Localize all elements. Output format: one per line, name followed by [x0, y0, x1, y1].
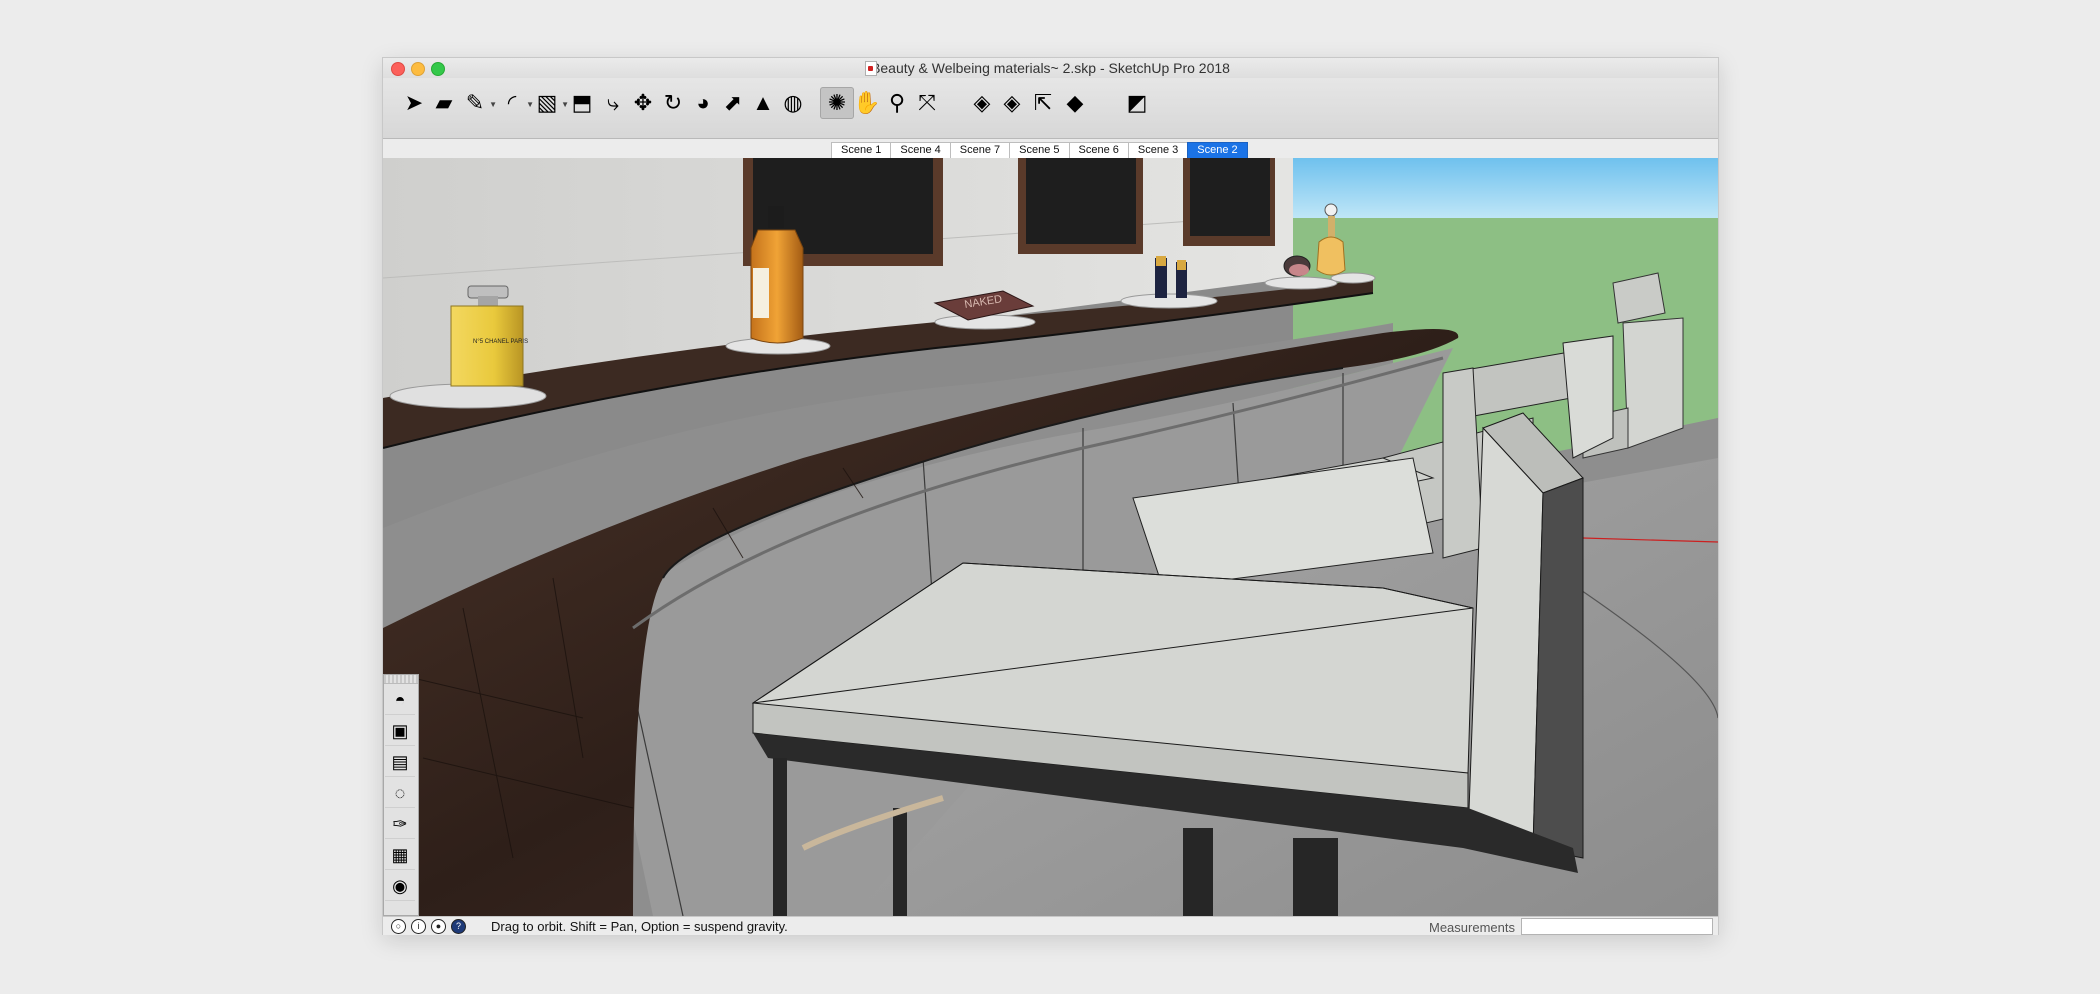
offset-icon: ⤷: [606, 90, 620, 115]
rectangle-tool[interactable]: ▧ ▼: [530, 87, 569, 119]
eraser-tool[interactable]: ▰: [427, 87, 461, 119]
layout-icon: ◩: [1126, 90, 1148, 115]
status-bar: ○ i ● ? Drag to orbit. Shift = Pan, Opti…: [383, 916, 1718, 935]
move-icon: ✥: [633, 90, 653, 115]
styles-sphere-icon: ◓: [394, 689, 406, 710]
scenes-panel-button[interactable]: ▦: [385, 841, 415, 870]
measurements-label: Measurements: [1429, 920, 1515, 935]
wall-frame-middle: [1018, 158, 1143, 254]
components-panel-button[interactable]: ◌: [385, 779, 415, 808]
move-tool[interactable]: ✥: [626, 87, 660, 119]
hand-icon: ✋: [853, 90, 881, 115]
user-icon[interactable]: ●: [431, 919, 446, 934]
materials-icon: ▤: [391, 751, 409, 772]
ruby-gem-icon: ◆: [1066, 90, 1084, 115]
tape-measure-tool[interactable]: ▲: [746, 87, 780, 119]
share-model-button[interactable]: ⇱: [1026, 87, 1060, 119]
main-toolbar: ➤ ▰ ✎ ▼ ◜ ▼ ▧ ▼ ⬒ ⤷ ✥ ↻ ◕ ⬈ ▲ ◍ ✺ ✋ ⚲ ⤧ ◈ ◈ ⇱ ◆ ◩: [383, 78, 1718, 139]
arc-icon: ◜: [507, 90, 517, 115]
extension-warehouse-button[interactable]: ◈: [995, 87, 1029, 119]
sketchup-window: Beauty & Welbeing materials~ 2.skp - Ske…: [383, 58, 1718, 935]
paint-bucket-icon: ◍: [783, 90, 803, 115]
line-tool[interactable]: ✎ ▼: [458, 87, 497, 119]
tab-scene-6[interactable]: Scene 6: [1068, 142, 1128, 159]
shadows-panel-button[interactable]: ▣: [385, 717, 415, 746]
tab-scene-2[interactable]: Scene 2: [1187, 142, 1248, 159]
geo-location-icon[interactable]: ○: [391, 919, 406, 934]
large-tool-set-palette: ◓ ▣ ▤ ◌ ✑ ▦ ◉: [383, 674, 419, 916]
zoom-extents-tool[interactable]: ⤧: [910, 87, 944, 119]
push-pull-tool[interactable]: ⬒: [565, 87, 599, 119]
tools-panel-button[interactable]: ✑: [385, 810, 415, 839]
3d-warehouse-button[interactable]: ◈: [965, 87, 999, 119]
scene-render[interactable]: N°5 CHANEL PARIS NAKED: [383, 158, 1718, 916]
follow-me-icon: ◕: [696, 90, 710, 115]
components-icon: ◌: [394, 782, 406, 803]
pan-tool[interactable]: ✋: [850, 87, 884, 119]
tab-scene-1[interactable]: Scene 1: [831, 142, 891, 159]
shadows-icon: ▣: [391, 720, 409, 741]
extension-warehouse-icon: ◈: [1003, 90, 1021, 115]
rectangle-icon: ▧: [536, 90, 558, 115]
tab-scene-3[interactable]: Scene 3: [1127, 142, 1188, 159]
tab-scene-5[interactable]: Scene 5: [1009, 142, 1069, 159]
arc-tool[interactable]: ◜ ▼: [495, 87, 534, 119]
paint-bucket-tool[interactable]: ◍: [776, 87, 810, 119]
wall-frame-right: [1183, 158, 1275, 246]
styles-panel-button[interactable]: ◓: [385, 686, 415, 715]
share-model-icon: ⇱: [1033, 90, 1053, 115]
instructor-panel-button[interactable]: ◉: [385, 872, 415, 901]
offset-tool[interactable]: ⤷: [596, 87, 630, 119]
scale-icon: ⬈: [723, 90, 743, 115]
scene-tab-bar: Scene 1 Scene 4 Scene 7 Scene 5 Scene 6 Scene…: [383, 139, 1718, 159]
zoom-extents-icon: ⤧: [918, 90, 936, 115]
sky: [1293, 158, 1718, 218]
status-text: Drag to orbit. Shift = Pan, Option = sus…: [491, 919, 788, 934]
3d-warehouse-icon: ◈: [973, 90, 991, 115]
arrow-cursor-icon: ➤: [404, 90, 424, 115]
lightbulb-icon: ◉: [392, 875, 408, 896]
orbit-tool[interactable]: ✺: [820, 87, 854, 119]
select-tool[interactable]: ➤: [397, 87, 431, 119]
eraser-icon: ▰: [435, 90, 453, 115]
rotate-tool[interactable]: ↻: [656, 87, 690, 119]
help-icon[interactable]: ?: [451, 919, 466, 934]
tab-scene-4[interactable]: Scene 4: [890, 142, 950, 159]
palette-grip[interactable]: [384, 675, 418, 684]
push-pull-icon: ⬒: [571, 90, 593, 115]
measurements-input[interactable]: [1521, 918, 1713, 935]
follow-me-tool[interactable]: ◕: [686, 87, 720, 119]
perfume-label: N°5 CHANEL PARIS: [473, 339, 528, 345]
zoom-tool[interactable]: ⚲: [880, 87, 914, 119]
pencil-icon: ✎: [465, 90, 485, 115]
extension-manager-button[interactable]: ◆: [1058, 87, 1092, 119]
magnifier-icon: ⚲: [888, 90, 906, 115]
layout-send-button[interactable]: ◩: [1120, 87, 1154, 119]
chair-leg: [773, 758, 787, 916]
scale-tool[interactable]: ⬈: [716, 87, 750, 119]
scenes-box-icon: ▦: [391, 844, 409, 865]
model-viewport[interactable]: N°5 CHANEL PARIS NAKED ◓ ▣ ▤ ◌ ✑ ▦ ◉: [383, 158, 1718, 916]
materials-panel-button[interactable]: ▤: [385, 748, 415, 777]
window-title: Beauty & Welbeing materials~ 2.skp - Ske…: [871, 60, 1230, 76]
orbit-icon: ✺: [827, 90, 847, 115]
wrench-icon: ✑: [392, 813, 408, 834]
title-bar: Beauty & Welbeing materials~ 2.skp - Ske…: [383, 58, 1718, 78]
document-icon: [865, 61, 877, 76]
rotate-icon: ↻: [663, 90, 683, 115]
credits-icon[interactable]: i: [411, 919, 426, 934]
tape-measure-icon: ▲: [752, 90, 774, 115]
tab-scene-7[interactable]: Scene 7: [949, 142, 1010, 159]
